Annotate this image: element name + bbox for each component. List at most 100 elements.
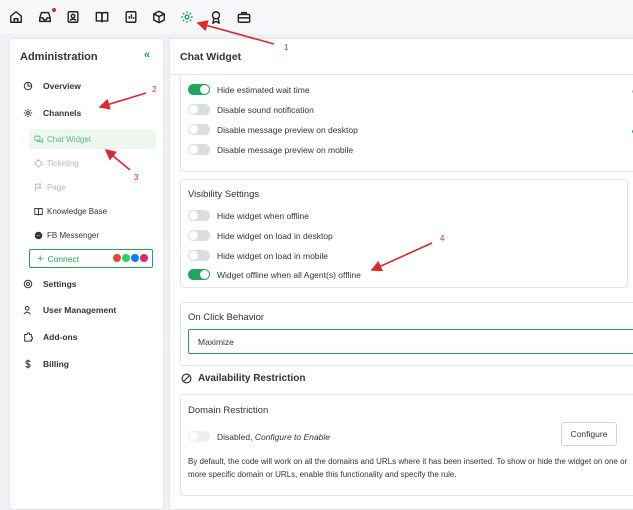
domain-restriction-title: Domain Restriction bbox=[188, 405, 269, 416]
sidebar-subitem-ticketing[interactable]: Ticketing bbox=[33, 154, 79, 172]
users-icon bbox=[22, 305, 33, 316]
annotation-number-2: 2 bbox=[152, 85, 157, 94]
settings-gear-icon[interactable] bbox=[179, 9, 195, 25]
toggle-label: Disable message preview on desktop bbox=[217, 124, 358, 135]
ticket-icon bbox=[33, 158, 43, 168]
briefcase-icon[interactable] bbox=[236, 9, 252, 25]
book-icon bbox=[33, 206, 43, 216]
on-click-behavior-card: On Click Behavior Maximize bbox=[180, 302, 633, 366]
general-settings-card: Hide estimated wait time Disable sound n… bbox=[180, 75, 633, 172]
hide-estimated-wait-time-toggle[interactable] bbox=[188, 84, 210, 95]
on-click-behavior-title: On Click Behavior bbox=[188, 312, 265, 323]
toggle-row-offline-when-agents-offline[interactable]: Widget offline when all Agent(s) offline bbox=[188, 269, 361, 280]
channels-icon bbox=[22, 108, 33, 119]
domain-status-prefix: Disabled, bbox=[217, 431, 253, 442]
sidebar-subitem-knowledge-base[interactable]: Knowledge Base bbox=[33, 202, 107, 220]
sidebar-subitem-label: FB Messenger bbox=[47, 230, 100, 240]
google-icon bbox=[113, 254, 121, 262]
sidebar-item-overview[interactable]: Overview bbox=[22, 77, 81, 95]
plus-icon: + bbox=[37, 252, 44, 265]
messenger-icon bbox=[33, 230, 43, 240]
domain-restriction-description: By default, the code will work on all th… bbox=[188, 457, 628, 479]
sidebar-subitem-chat-widget[interactable]: Chat Widget bbox=[29, 129, 156, 149]
sidebar-subitem-page[interactable]: Page bbox=[33, 178, 66, 196]
connect-channel-button[interactable]: + Connect bbox=[29, 249, 153, 268]
toggle-label: Hide widget on load in desktop bbox=[217, 230, 333, 241]
domain-restriction-card: Domain Restriction Disabled, Configure t… bbox=[180, 394, 633, 496]
sidebar-item-label: Settings bbox=[43, 279, 77, 289]
toggle-label: Hide widget on load in mobile bbox=[217, 250, 329, 261]
sidebar-title: Administration bbox=[20, 51, 98, 63]
sidebar-item-add-ons[interactable]: Add-ons bbox=[22, 328, 77, 346]
sidebar-item-billing[interactable]: Billing bbox=[22, 355, 69, 373]
toggle-row-disable-sound-notification[interactable]: Disable sound notification bbox=[188, 104, 314, 115]
knowledge-book-icon[interactable] bbox=[94, 9, 110, 25]
annotation-number-4: 4 bbox=[440, 234, 445, 243]
sidebar-item-user-management[interactable]: User Management bbox=[22, 301, 116, 319]
dollar-icon bbox=[22, 359, 33, 370]
award-icon[interactable] bbox=[208, 9, 224, 25]
home-icon[interactable] bbox=[8, 9, 24, 25]
annotation-number-3: 3 bbox=[134, 173, 139, 182]
top-navigation-bar bbox=[0, 0, 633, 34]
toggle-row-hide-on-load-desktop[interactable]: Hide widget on load in desktop bbox=[188, 230, 333, 241]
inbox-icon[interactable] bbox=[37, 9, 53, 25]
toggle-row-hide-when-offline[interactable]: Hide widget when offline bbox=[188, 210, 309, 221]
sidebar-item-channels[interactable]: Channels bbox=[22, 104, 81, 122]
toggle-label: Hide estimated wait time bbox=[217, 84, 310, 95]
toggle-row-disable-preview-mobile[interactable]: Disable message preview on mobile bbox=[188, 144, 353, 155]
flag-icon bbox=[33, 182, 43, 192]
whatsapp-icon bbox=[122, 254, 130, 262]
hide-widget-on-load-desktop-toggle[interactable] bbox=[188, 230, 210, 241]
configure-button[interactable]: Configure bbox=[561, 422, 617, 446]
disable-sound-notification-toggle[interactable] bbox=[188, 104, 210, 115]
connect-label: Connect bbox=[47, 253, 80, 264]
sidebar-subitem-label: Knowledge Base bbox=[47, 206, 108, 216]
reports-icon[interactable] bbox=[123, 9, 139, 25]
sidebar-item-label: Billing bbox=[43, 359, 69, 369]
administration-sidebar: Administration « Overview Channels Chat … bbox=[9, 38, 164, 510]
domain-restriction-toggle bbox=[188, 431, 210, 442]
sidebar-subitem-label: Chat Widget bbox=[47, 134, 92, 144]
chat-bubble-icon bbox=[33, 134, 43, 144]
availability-restriction-heading: Availability Restriction bbox=[181, 373, 305, 384]
hide-widget-when-offline-toggle[interactable] bbox=[188, 210, 210, 221]
visibility-settings-title: Visibility Settings bbox=[188, 189, 260, 200]
contacts-icon[interactable] bbox=[65, 9, 81, 25]
sidebar-subitem-fb-messenger[interactable]: FB Messenger bbox=[33, 226, 99, 244]
disable-message-preview-mobile-toggle[interactable] bbox=[188, 144, 210, 155]
domain-status-suffix: Configure to Enable bbox=[254, 431, 330, 442]
toggle-row-hide-estimated-wait-time[interactable]: Hide estimated wait time bbox=[188, 84, 310, 95]
sidebar-item-settings[interactable]: Settings bbox=[22, 275, 77, 293]
on-click-behavior-select[interactable]: Maximize bbox=[188, 329, 633, 354]
hide-widget-on-load-mobile-toggle[interactable] bbox=[188, 250, 210, 261]
sidebar-item-label: Overview bbox=[43, 81, 81, 91]
sidebar-subitem-label: Page bbox=[47, 182, 66, 192]
widget-offline-all-agents-toggle[interactable] bbox=[188, 269, 210, 280]
messenger-brand-icon bbox=[131, 254, 139, 262]
sidebar-subitem-label: Ticketing bbox=[47, 158, 79, 168]
instagram-icon bbox=[140, 254, 148, 262]
availability-restriction-title: Availability Restriction bbox=[198, 373, 306, 384]
sidebar-item-label: Channels bbox=[43, 108, 82, 118]
collapse-sidebar-button[interactable]: « bbox=[144, 49, 150, 61]
disable-message-preview-desktop-toggle[interactable] bbox=[188, 124, 210, 135]
cube-icon[interactable] bbox=[151, 9, 167, 25]
toggle-row-hide-on-load-mobile[interactable]: Hide widget on load in mobile bbox=[188, 250, 328, 261]
puzzle-icon bbox=[22, 332, 33, 343]
annotation-number-1: 1 bbox=[284, 43, 289, 52]
toggle-label: Widget offline when all Agent(s) offline bbox=[217, 269, 361, 280]
page-title: Chat Widget bbox=[180, 51, 242, 63]
toggle-label: Hide widget when offline bbox=[217, 210, 309, 221]
chat-widget-settings-panel: Chat Widget Hide estimated wait time Dis… bbox=[169, 38, 633, 510]
notification-dot bbox=[52, 8, 56, 12]
sidebar-item-label: Add-ons bbox=[43, 332, 78, 342]
domain-restriction-status: Disabled, Configure to Enable bbox=[188, 431, 330, 442]
toggle-row-disable-preview-desktop[interactable]: Disable message preview on desktop bbox=[188, 124, 358, 135]
toggle-label: Disable message preview on mobile bbox=[217, 144, 354, 155]
settings-icon bbox=[22, 279, 33, 290]
sidebar-item-label: User Management bbox=[43, 305, 117, 315]
toggle-label: Disable sound notification bbox=[217, 104, 314, 115]
restriction-icon bbox=[181, 373, 192, 384]
overview-icon bbox=[22, 81, 33, 92]
